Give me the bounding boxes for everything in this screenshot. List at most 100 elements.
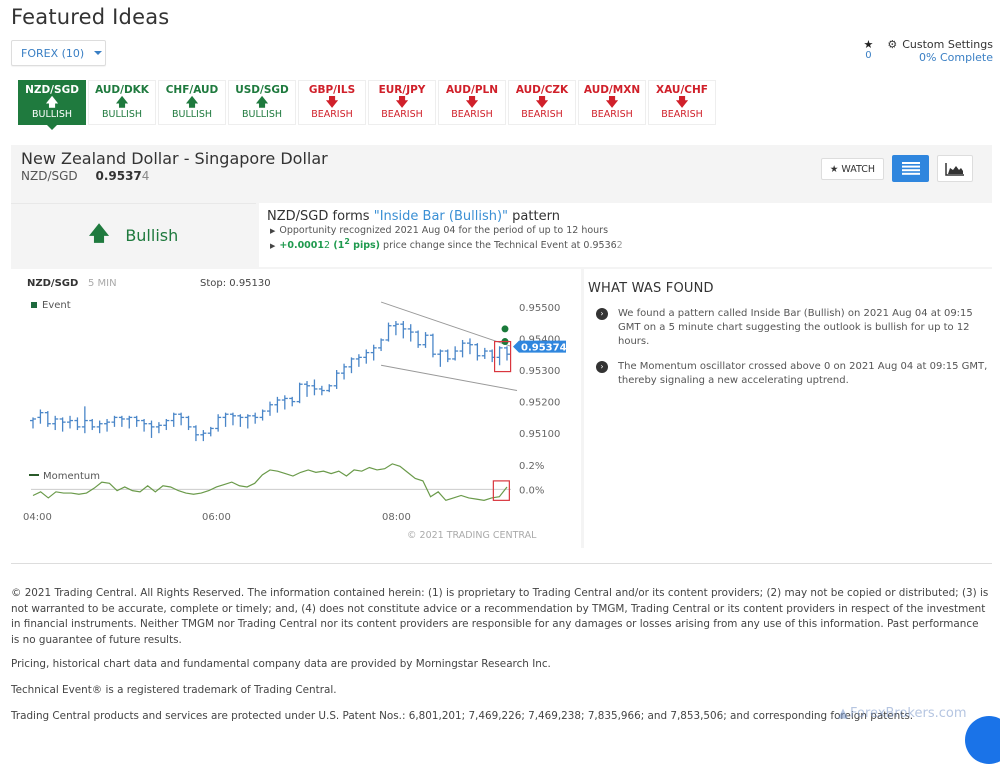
ohlc-bar bbox=[504, 346, 510, 361]
ohlc-bar bbox=[444, 349, 451, 363]
instrument-panel: New Zealand Dollar - Singapore Dollar NZ… bbox=[11, 145, 992, 548]
price-chart-svg: NZD/SGD 5 MIN Stop: 0.95130 Event Moment… bbox=[23, 278, 567, 541]
list-view-button[interactable] bbox=[892, 155, 929, 182]
ohlc-bar bbox=[133, 415, 140, 427]
arrow-up-icon: 🡅 bbox=[115, 95, 129, 109]
ohlc-bar bbox=[422, 332, 429, 348]
asset-class-dropdown[interactable]: FOREX (10) bbox=[11, 40, 106, 66]
tab-direction: BEARISH bbox=[381, 109, 423, 120]
instrument-subtitle: NZD/SGD 0.95374 bbox=[21, 169, 149, 183]
tab-direction: BULLISH bbox=[31, 109, 73, 120]
patents-note: Trading Central products and services ar… bbox=[11, 710, 914, 722]
price-chart[interactable]: NZD/SGD 5 MIN Stop: 0.95130 Event Moment… bbox=[11, 269, 581, 548]
tab-direction: BULLISH bbox=[171, 109, 213, 120]
ohlc-bar bbox=[178, 412, 185, 426]
ohlc-bar bbox=[318, 385, 325, 396]
momentum-legend-label: Momentum bbox=[43, 471, 100, 482]
ohlc-bar bbox=[185, 415, 192, 431]
chart-interval: 5 MIN bbox=[88, 278, 117, 289]
ohlc-bar bbox=[304, 381, 311, 397]
instrument-name: New Zealand Dollar - Singapore Dollar bbox=[21, 149, 328, 168]
ohlc-bar bbox=[437, 349, 444, 367]
ohlc-bar bbox=[452, 346, 459, 361]
arrow-up-icon: 🡅 bbox=[45, 95, 59, 109]
ohlc-bar bbox=[163, 418, 170, 431]
chart-view-button[interactable] bbox=[937, 155, 973, 182]
pattern-name[interactable]: "Inside Bar (Bullish)" bbox=[374, 209, 508, 224]
custom-settings-label: Custom Settings bbox=[902, 38, 993, 51]
tab-direction: BEARISH bbox=[661, 109, 703, 120]
chart-copyright: © 2021 TRADING CENTRAL bbox=[407, 530, 537, 541]
event-marker bbox=[501, 325, 509, 333]
found-title: WHAT WAS FOUND bbox=[588, 281, 714, 296]
top-right-controls: ★ 0 ⚙ Custom Settings 0% Complete bbox=[863, 38, 993, 64]
ohlc-bar bbox=[348, 357, 355, 374]
event-legend-marker bbox=[31, 302, 37, 308]
idea-tab-xau-chf[interactable]: XAU/CHF 🡇 BEARISH bbox=[648, 80, 716, 125]
ohlc-bar bbox=[429, 333, 436, 358]
current-price-label: 0.95374 bbox=[521, 343, 567, 354]
ohlc-bar bbox=[111, 415, 118, 427]
found-item: › We found a pattern called Inside Bar (… bbox=[588, 307, 988, 349]
ohlc-bar bbox=[274, 396, 281, 413]
chevron-right-circle-icon: › bbox=[596, 361, 608, 373]
tab-direction: BEARISH bbox=[591, 109, 633, 120]
idea-tab-chf-aud[interactable]: CHF/AUD 🡅 BULLISH bbox=[158, 80, 226, 125]
favorites-button[interactable]: ★ 0 bbox=[863, 38, 873, 61]
asset-class-label: FOREX (10) bbox=[21, 46, 85, 60]
tab-direction: BEARISH bbox=[451, 109, 493, 120]
ohlc-bar bbox=[378, 338, 385, 352]
watch-button[interactable]: ★ WATCH bbox=[821, 158, 884, 180]
custom-settings-button[interactable]: ⚙ Custom Settings 0% Complete bbox=[887, 38, 993, 64]
watch-label: WATCH bbox=[841, 163, 876, 175]
ohlc-bar bbox=[81, 406, 88, 434]
chat-button[interactable] bbox=[965, 716, 1000, 764]
list-icon bbox=[901, 162, 920, 175]
ohlc-bar bbox=[363, 349, 370, 364]
ohlc-bar bbox=[252, 412, 259, 424]
ohlc-bar bbox=[215, 414, 222, 432]
ohlc-bar bbox=[341, 363, 348, 380]
ohlc-bar bbox=[148, 420, 155, 438]
ohlc-bar bbox=[141, 418, 148, 432]
ohlc-bar bbox=[74, 417, 81, 431]
ohlc-bar bbox=[229, 412, 236, 426]
price-axis-tick: 0.95200 bbox=[519, 398, 560, 409]
ohlc-bar bbox=[37, 409, 44, 424]
chart-stop-level: Stop: 0.95130 bbox=[200, 278, 271, 289]
sentiment-box: 🡅 Bullish bbox=[11, 203, 256, 267]
idea-tab-aud-dkk[interactable]: AUD/DKK 🡅 BULLISH bbox=[88, 80, 156, 125]
price-axis-tick: 0.95500 bbox=[519, 303, 560, 314]
ohlc-bar bbox=[474, 343, 481, 361]
tab-direction: BEARISH bbox=[521, 109, 563, 120]
area-chart-icon bbox=[945, 162, 964, 176]
idea-tab-aud-czk[interactable]: AUD/CZK 🡇 BEARISH bbox=[508, 80, 576, 125]
arrow-down-icon: 🡇 bbox=[605, 95, 619, 109]
idea-tab-gbp-ils[interactable]: GBP/ILS 🡇 BEARISH bbox=[298, 80, 366, 125]
ohlc-bar bbox=[89, 418, 96, 431]
ohlc-bar bbox=[30, 417, 36, 429]
gear-icon: ⚙ bbox=[887, 38, 898, 51]
arrow-down-icon: 🡇 bbox=[535, 95, 549, 109]
ohlc-bar bbox=[392, 321, 399, 336]
ohlc-bar bbox=[259, 409, 266, 421]
idea-tab-nzd-sgd[interactable]: NZD/SGD 🡅 BULLISH bbox=[18, 80, 86, 130]
idea-tab-aud-mxn[interactable]: AUD/MXN 🡇 BEARISH bbox=[578, 80, 646, 125]
ohlc-bar bbox=[281, 395, 288, 410]
ohlc-bar bbox=[370, 344, 377, 361]
ohlc-bar bbox=[200, 430, 207, 442]
instrument-price: 0.95374 bbox=[95, 169, 150, 183]
ohlc-bar bbox=[481, 347, 488, 359]
idea-tab-usd-sgd[interactable]: USD/SGD 🡅 BULLISH bbox=[228, 80, 296, 125]
arrow-up-icon: 🡅 bbox=[185, 95, 199, 109]
idea-tab-aud-pln[interactable]: AUD/PLN 🡇 BEARISH bbox=[438, 80, 506, 125]
ohlc-bar bbox=[407, 324, 414, 342]
tab-direction: BEARISH bbox=[311, 109, 353, 120]
instrument-symbol: NZD/SGD bbox=[21, 169, 78, 183]
favorites-count: 0 bbox=[865, 50, 872, 61]
channel-lower-line bbox=[381, 364, 518, 392]
trademark-note: Technical Event® is a registered tradema… bbox=[11, 684, 337, 696]
time-axis-tick: 06:00 bbox=[202, 512, 231, 523]
idea-tab-eur-jpy[interactable]: EUR/JPY 🡇 BEARISH bbox=[368, 80, 436, 125]
ohlc-bar bbox=[192, 425, 199, 442]
